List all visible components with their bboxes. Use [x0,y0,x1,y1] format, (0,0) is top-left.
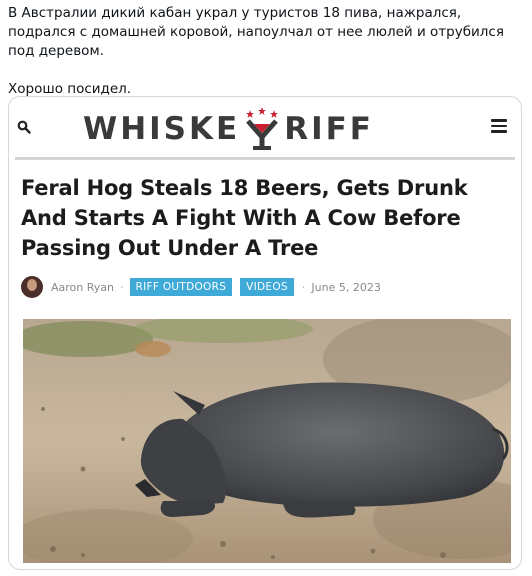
link-preview-card[interactable]: WHISKE RIFF Feral Hog Steals 18 Beers, G… [8,96,522,570]
publish-date: June 5, 2023 [311,280,381,294]
tag-videos[interactable]: VIDEOS [240,278,294,296]
author-name[interactable]: Aaron Ryan [51,281,114,294]
post-text: В Австралии дикий кабан украл у туристов… [8,4,524,99]
article-headline[interactable]: Feral Hog Steals 18 Beers, Gets Drunk An… [21,173,509,263]
meta-separator: · [120,280,124,294]
header-divider [15,157,515,160]
logo-text-left: WHISKE [83,111,241,147]
whiskey-glass-y-icon [246,107,279,150]
article-photo-hog[interactable] [23,319,511,563]
site-logo[interactable]: WHISKE RIFF [83,107,374,151]
post-text-line: В Австралии дикий кабан украл у туристов… [8,5,504,59]
hamburger-menu-icon[interactable] [491,119,507,133]
author-avatar[interactable] [21,276,43,298]
article-meta: Aaron Ryan · RIFF OUTDOORS VIDEOS · June… [21,275,511,299]
tag-riff-outdoors[interactable]: RIFF OUTDOORS [129,278,233,296]
search-icon[interactable] [17,120,31,134]
meta-separator: · [301,280,306,294]
logo-text-right: RIFF [284,111,374,147]
site-header: WHISKE RIFF [9,97,521,155]
